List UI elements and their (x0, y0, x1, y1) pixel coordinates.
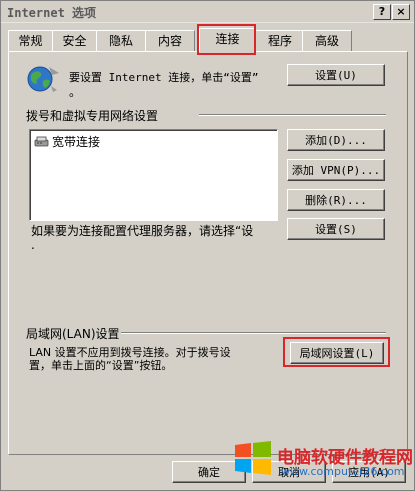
window-title: Internet 选项 (7, 6, 97, 20)
dialup-separator (199, 114, 386, 116)
tab-security[interactable]: 安全 (52, 30, 97, 51)
connections-list[interactable]: 宽带连接 (29, 129, 278, 221)
site-watermark: 电脑软硬件教程网 www.computer26.com (233, 437, 415, 492)
add-button[interactable]: 添加(D)... (287, 129, 385, 151)
title-bar: Internet 选项 ? × (1, 1, 414, 23)
setup-button[interactable]: 设置(U) (287, 64, 385, 86)
dialup-section-label: 拨号和虚拟专用网络设置 (26, 109, 159, 123)
tab-advanced[interactable]: 高级 (302, 30, 352, 51)
internet-options-dialog: Internet 选项 ? × 常规 安全 隐私 内容 连接 程序 高级 要设置… (0, 0, 415, 491)
tab-privacy[interactable]: 隐私 (96, 30, 146, 51)
setup-instructions-cont: 。 (69, 85, 82, 99)
lan-description-cont: 置，单击上面的“设置”按钮。 (29, 359, 173, 372)
tab-content[interactable]: 内容 (145, 30, 195, 51)
remove-button[interactable]: 删除(R)... (287, 189, 385, 211)
tab-general[interactable]: 常规 (8, 30, 53, 51)
settings-button[interactable]: 设置(S) (287, 218, 385, 240)
lan-section-label: 局域网(LAN)设置 (26, 327, 120, 341)
setup-instructions: 要设置 Internet 连接，单击“设置” (69, 71, 259, 84)
tab-programs[interactable]: 程序 (255, 30, 305, 51)
globe-icon (25, 64, 61, 94)
broadband-connection-icon (34, 135, 50, 147)
windows-logo-icon (235, 441, 271, 475)
tab-highlight-box (197, 24, 256, 55)
lan-settings-highlight (283, 337, 390, 367)
help-button[interactable]: ? (373, 4, 391, 20)
list-item[interactable]: 宽带连接 (34, 133, 100, 150)
proxy-instructions-cont: . (31, 238, 35, 252)
lan-separator (121, 332, 386, 334)
watermark-url: www.computer26.com (281, 465, 405, 478)
broadband-connection-label: 宽带连接 (52, 135, 101, 149)
proxy-instructions: 如果要为连接配置代理服务器，请选择“设 (31, 224, 254, 238)
add-vpn-button[interactable]: 添加 VPN(P)... (287, 159, 385, 181)
close-button[interactable]: × (392, 4, 410, 20)
